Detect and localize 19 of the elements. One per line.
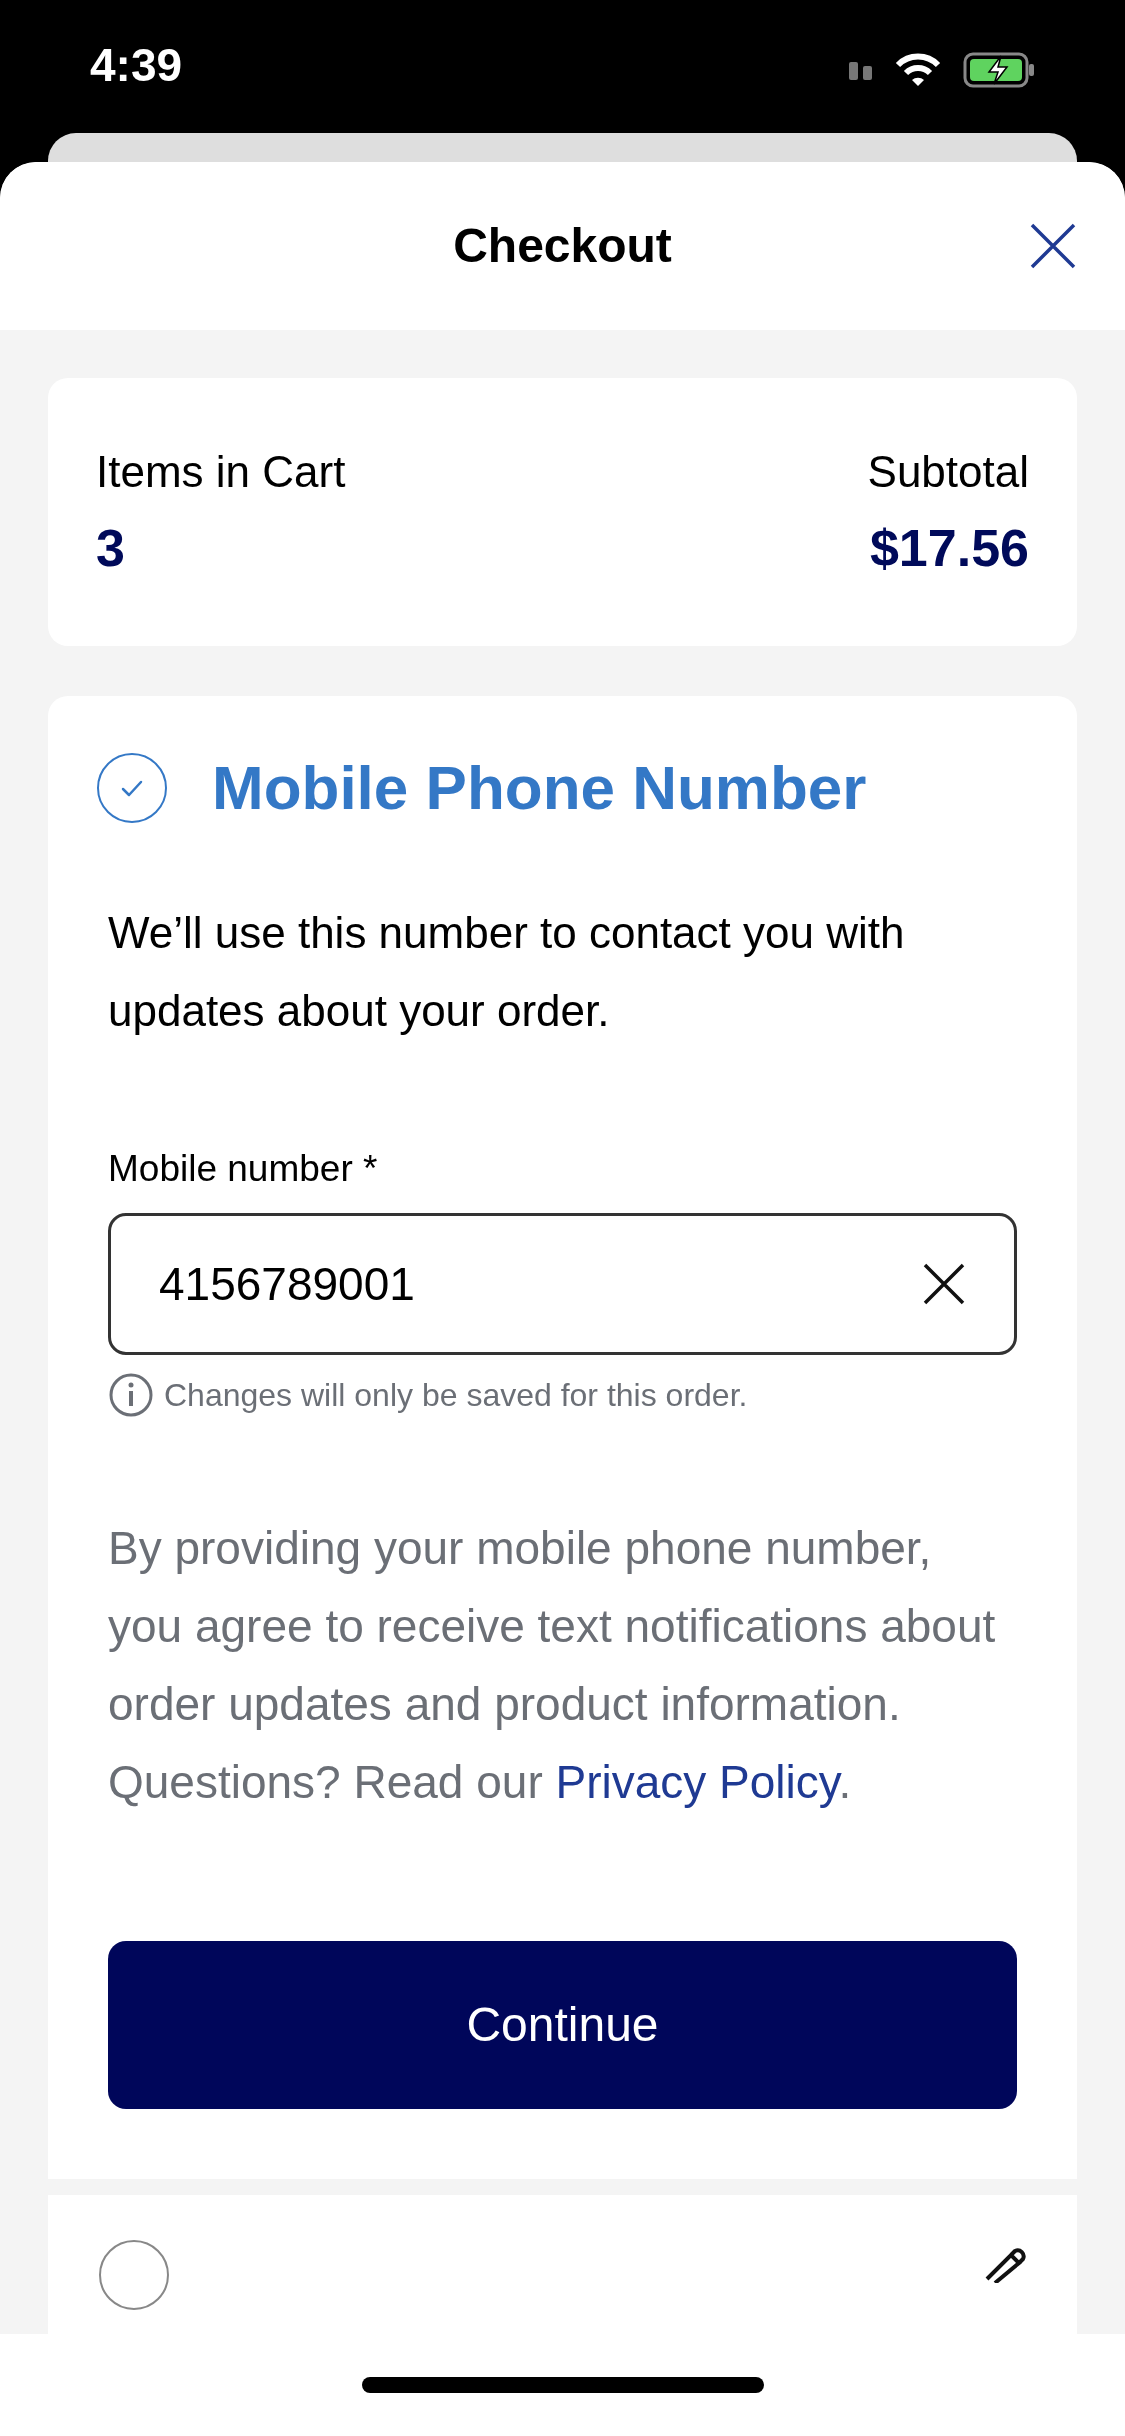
continue-button[interactable]: Continue [108, 1941, 1017, 2109]
info-icon [108, 1372, 154, 1418]
clear-icon[interactable] [923, 1263, 965, 1305]
field-label: Mobile number * [108, 1150, 379, 1187]
items-label: Items in Cart [96, 450, 346, 494]
privacy-disclaimer: By providing your mobile phone number, you agree to receive text notifications about order updates and product information. Questions? Read our Privacy Policy. [108, 1521, 997, 1810]
section-description: We’ll use this number to contact you with updates about your order. [108, 907, 906, 1037]
privacy-policy-link[interactable]: Privacy Policy [555, 1756, 839, 1808]
subtotal-label: Subtotal [867, 450, 1029, 494]
field-hint: Changes will only be saved for this order. [164, 1376, 748, 1415]
header-title: Checkout [453, 218, 672, 274]
section-title: Mobile Phone Number [212, 757, 867, 819]
items-count: 3 [96, 522, 126, 574]
wifi-icon [895, 53, 941, 87]
mobile-number-field[interactable]: 4156789001 [108, 1213, 1017, 1355]
subtotal-amount: $17.56 [869, 522, 1029, 574]
battery-icon [963, 52, 1035, 88]
status-time: 4:39 [90, 42, 183, 88]
close-icon [1030, 223, 1076, 269]
